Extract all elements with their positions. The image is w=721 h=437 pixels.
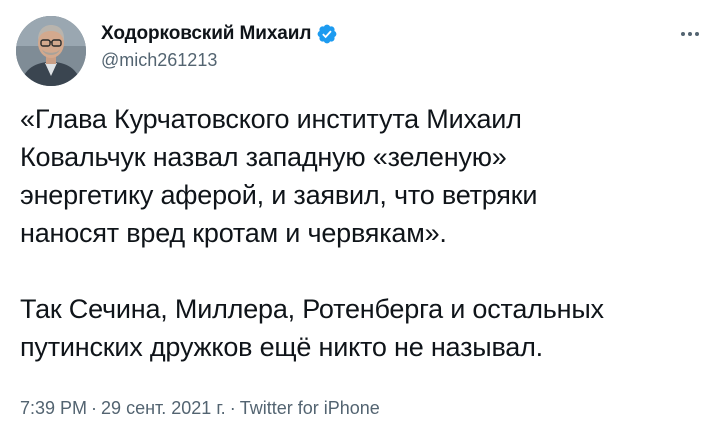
more-dot xyxy=(688,32,692,36)
author-handle[interactable]: @mich261213 xyxy=(101,50,338,71)
tweet-card: Ходорковский Михаил @mich261213 «Глава К… xyxy=(0,0,721,437)
tweet-source-link[interactable]: Twitter for iPhone xyxy=(240,398,380,418)
tweet-paragraph: Так Сечина, Миллера, Ротенберга и осталь… xyxy=(20,294,604,362)
tweet-time[interactable]: 7:39 PM xyxy=(20,398,87,418)
more-dot xyxy=(695,32,699,36)
more-dot xyxy=(681,32,685,36)
author-block: Ходорковский Михаил @mich261213 xyxy=(101,22,338,71)
tweet-paragraph: «Глава Курчатовского института Михаил Ко… xyxy=(20,104,538,248)
verified-badge-icon xyxy=(316,23,338,45)
author-display-name[interactable]: Ходорковский Михаил xyxy=(101,23,311,45)
avatar[interactable] xyxy=(16,16,86,86)
tweet-date[interactable]: 29 сент. 2021 г. xyxy=(101,398,226,418)
tweet-text: «Глава Курчатовского института Михаил Ко… xyxy=(20,100,710,366)
meta-separator: · xyxy=(91,398,98,418)
more-options-icon[interactable] xyxy=(675,22,705,46)
avatar-photo xyxy=(16,16,86,86)
meta-separator: · xyxy=(229,398,236,418)
author-name-row: Ходорковский Михаил xyxy=(101,22,338,46)
tweet-meta: 7:39 PM · 29 сент. 2021 г. · Twitter for iPh… xyxy=(20,398,380,419)
